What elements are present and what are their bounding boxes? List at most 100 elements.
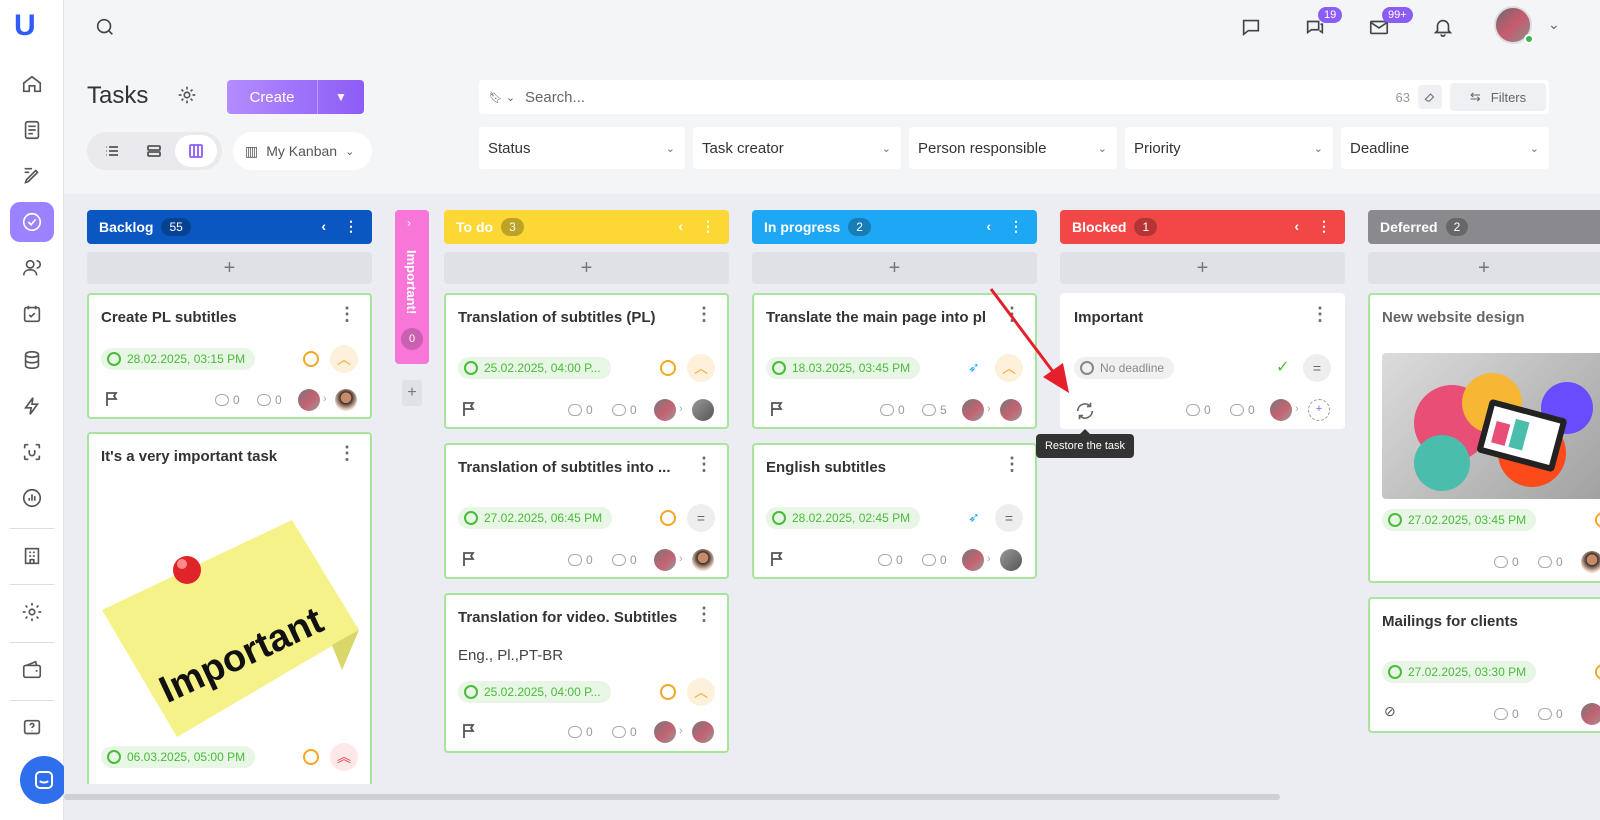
column-menu-icon[interactable]: ⋮ — [701, 218, 715, 235]
task-card[interactable]: New website design 27.02.2025, 03:45 PM … — [1368, 293, 1600, 583]
collapse-icon[interactable]: ‹ — [678, 218, 683, 235]
flag-icon[interactable] — [105, 391, 119, 407]
bookmark-icon[interactable]: 🔖︎ ⌄ — [479, 91, 525, 104]
lightning-icon[interactable] — [10, 386, 54, 426]
creator-avatar[interactable] — [654, 399, 676, 421]
card-menu-icon[interactable]: ⋮ — [338, 444, 356, 462]
deadline-pill[interactable]: 25.02.2025, 04:00 P... — [458, 681, 611, 703]
priority-high-icon[interactable]: ︿ — [330, 345, 358, 373]
home-icon[interactable] — [10, 64, 54, 104]
card-menu-icon[interactable]: ⋮ — [695, 305, 713, 323]
responsible-avatar[interactable] — [692, 399, 714, 421]
eye-off-icon[interactable]: ⊘ — [1384, 703, 1396, 720]
feed-icon[interactable] — [10, 110, 54, 150]
card-menu-icon[interactable]: ⋮ — [1311, 305, 1329, 323]
list-view-button[interactable] — [91, 135, 133, 167]
collapse-icon[interactable]: ‹ — [986, 218, 991, 235]
creator-avatar[interactable] — [962, 549, 984, 571]
deadline-pill[interactable]: 25.02.2025, 04:00 P... — [458, 357, 611, 379]
users-icon[interactable] — [10, 248, 54, 288]
priority-urgent-icon[interactable]: ︽ — [330, 743, 358, 771]
add-task-button[interactable]: + — [87, 252, 372, 284]
task-card[interactable]: Important ⋮ No deadline ✓ = 0 0 › + — [1060, 293, 1345, 429]
add-task-button[interactable]: + — [752, 252, 1037, 284]
responsible-avatar[interactable] — [1581, 703, 1600, 725]
column-header-blocked[interactable]: Blocked 1 ‹ ⋮ — [1060, 210, 1345, 244]
calendar-icon[interactable] — [10, 294, 54, 334]
compact-view-button[interactable] — [133, 135, 175, 167]
deadline-pill[interactable]: No deadline — [1074, 357, 1175, 379]
database-icon[interactable] — [10, 340, 54, 380]
task-card[interactable]: Translation of subtitles into ... ⋮ 27.0… — [444, 443, 729, 579]
column-header-todo[interactable]: To do 3 ‹ ⋮ — [444, 210, 729, 244]
task-card[interactable]: English subtitles ⋮ 28.02.2025, 02:45 PM… — [752, 443, 1037, 579]
card-menu-icon[interactable]: ⋮ — [338, 305, 356, 323]
creator-avatar[interactable] — [1270, 399, 1292, 421]
column-header-backlog[interactable]: Backlog 55 ‹ ⋮ — [87, 210, 372, 244]
priority-high-icon[interactable]: ︿ — [687, 354, 715, 382]
horizontal-scrollbar[interactable] — [64, 794, 1600, 800]
scrollbar-thumb[interactable] — [64, 794, 1280, 800]
task-creator-filter[interactable]: Task creator ⌄ — [693, 127, 901, 169]
gear-icon[interactable] — [10, 592, 54, 632]
column-header-inprogress[interactable]: In progress 2 ‹ ⋮ — [752, 210, 1037, 244]
priority-filter[interactable]: Priority ⌄ — [1125, 127, 1333, 169]
filters-button[interactable]: ⇆ Filters — [1450, 83, 1546, 111]
caret-down-icon[interactable]: ▼ — [317, 80, 364, 114]
column-header-deferred[interactable]: Deferred 2 — [1368, 210, 1600, 244]
kanban-view-button[interactable] — [175, 135, 217, 167]
add-responsible-icon[interactable]: + — [1308, 399, 1330, 421]
responsible-avatar[interactable] — [1581, 551, 1600, 573]
message-icon[interactable] — [1236, 12, 1266, 42]
scan-face-icon[interactable] — [10, 432, 54, 472]
bell-icon[interactable] — [1428, 12, 1458, 42]
card-menu-icon[interactable]: ⋮ — [1003, 455, 1021, 473]
responsible-avatar[interactable] — [1000, 549, 1022, 571]
task-card[interactable]: Translation for video. Subtitles ⋮ Eng.,… — [444, 593, 729, 753]
expand-icon[interactable]: › — [407, 216, 411, 230]
deadline-pill[interactable]: 27.02.2025, 06:45 PM — [458, 507, 613, 529]
chats-icon[interactable]: 19 — [1300, 7, 1343, 42]
help-icon[interactable] — [10, 708, 54, 748]
column-menu-icon[interactable]: ⋮ — [1009, 218, 1023, 235]
creator-avatar[interactable] — [298, 389, 320, 411]
building-icon[interactable] — [10, 536, 54, 576]
priority-high-icon[interactable]: ︿ — [687, 678, 715, 706]
wallet-icon[interactable] — [10, 650, 54, 690]
add-task-button[interactable]: + — [1060, 252, 1345, 284]
collapse-icon[interactable]: ‹ — [1294, 218, 1299, 235]
task-card[interactable]: Create PL subtitles ⋮ 28.02.2025, 03:15 … — [87, 293, 372, 419]
flag-icon[interactable] — [462, 401, 476, 417]
column-menu-icon[interactable]: ⋮ — [344, 218, 358, 235]
priority-normal-icon[interactable]: = — [995, 504, 1023, 532]
card-menu-icon[interactable]: ⋮ — [695, 455, 713, 473]
flag-icon[interactable] — [462, 723, 476, 739]
deadline-pill[interactable]: 28.02.2025, 03:15 PM — [101, 348, 256, 370]
deadline-pill[interactable]: 27.02.2025, 03:45 PM — [1382, 509, 1537, 531]
responsible-avatar[interactable] — [692, 549, 714, 571]
add-task-button[interactable]: + — [444, 252, 729, 284]
edit-icon[interactable] — [10, 156, 54, 196]
chevron-down-icon[interactable]: ⌄ — [1548, 16, 1560, 33]
deadline-pill[interactable]: 27.02.2025, 03:30 PM — [1382, 661, 1537, 683]
search-input[interactable] — [525, 88, 1396, 106]
mail-icon[interactable]: 99+ — [1364, 7, 1413, 42]
creator-avatar[interactable] — [962, 399, 984, 421]
analytics-icon[interactable] — [10, 478, 54, 518]
deadline-pill[interactable]: 28.02.2025, 02:45 PM — [766, 507, 921, 529]
add-task-button[interactable]: + — [1368, 252, 1600, 284]
priority-normal-icon[interactable]: = — [687, 504, 715, 532]
search-icon[interactable] — [90, 12, 120, 42]
flag-icon[interactable] — [770, 401, 784, 417]
app-logo[interactable]: U — [14, 8, 50, 44]
live-chat-button[interactable] — [20, 756, 68, 804]
collapse-icon[interactable]: ‹ — [321, 218, 326, 235]
tasks-icon[interactable] — [10, 202, 54, 242]
person-responsible-filter[interactable]: Person responsible ⌄ — [909, 127, 1117, 169]
create-button[interactable]: Create ▼ — [227, 80, 364, 114]
responsible-avatar[interactable] — [692, 721, 714, 743]
deadline-filter[interactable]: Deadline ⌄ — [1341, 127, 1549, 169]
status-filter[interactable]: Status ⌄ — [479, 127, 685, 169]
priority-normal-icon[interactable]: = — [1303, 354, 1331, 382]
deadline-pill[interactable]: 18.03.2025, 03:45 PM — [766, 357, 921, 379]
